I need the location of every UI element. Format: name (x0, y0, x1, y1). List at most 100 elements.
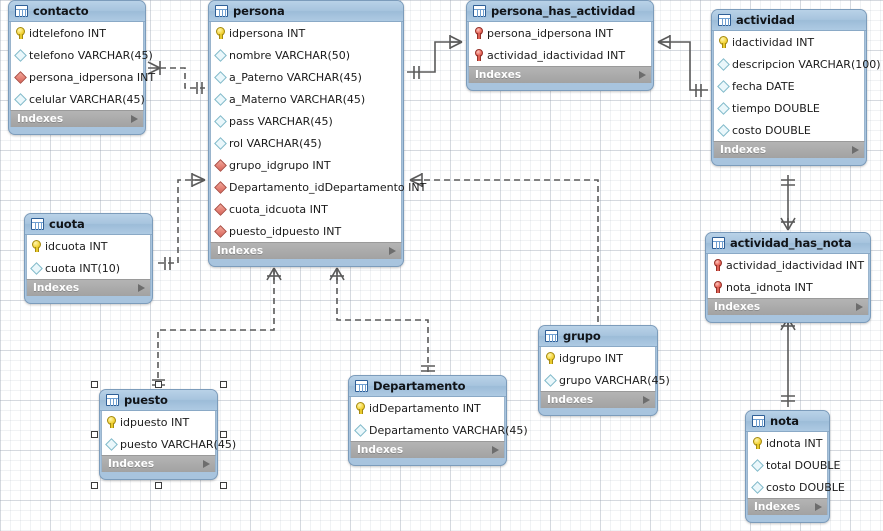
table-header-actividad_has_nota[interactable]: actividad_has_nota (706, 233, 870, 254)
chevron-right-icon[interactable] (138, 284, 145, 292)
rel-persona-Departamento (336, 268, 429, 372)
column-row[interactable]: Departamento_idDepartamento INT (211, 176, 426, 198)
column-row[interactable]: idpersona INT (211, 22, 401, 44)
column-row[interactable]: idactividad INT (714, 31, 864, 53)
column-row[interactable]: total DOUBLE (748, 454, 840, 476)
resize-handle-w[interactable] (90, 431, 98, 438)
column-row[interactable]: actividad_idactividad INT (708, 254, 868, 276)
table-header-puesto[interactable]: puesto (100, 390, 217, 411)
column-row[interactable]: Departamento VARCHAR(45) (351, 419, 528, 441)
column-row[interactable]: rol VARCHAR(45) (211, 132, 401, 154)
table-header-persona[interactable]: persona (209, 1, 403, 22)
column-row[interactable]: cuota INT(10) (27, 257, 150, 279)
column-row[interactable]: cuota_idcuota INT (211, 198, 401, 220)
column-row[interactable]: costo DOUBLE (714, 119, 864, 141)
chevron-right-icon[interactable] (643, 396, 650, 404)
column-label: cuota INT(10) (45, 261, 121, 275)
column-row[interactable]: fecha DATE (714, 75, 864, 97)
resize-handle-sw[interactable] (90, 481, 98, 489)
column-diamond-icon (752, 482, 763, 493)
column-row[interactable]: puesto_idpuesto INT (211, 220, 401, 242)
chevron-right-icon[interactable] (639, 71, 646, 79)
table-actividad[interactable]: actividad idactividad INT descripcion VARC… (711, 9, 881, 166)
chevron-right-icon[interactable] (852, 146, 859, 154)
column-row[interactable]: a_Materno VARCHAR(45) (211, 88, 401, 110)
table-persona[interactable]: persona idpersona INT nombre VARCHAR(50) a_… (208, 0, 426, 267)
table-Departamento[interactable]: Departamento idDepartamento INT Departamen… (348, 375, 528, 466)
indexes-section-persona[interactable]: Indexes (210, 242, 402, 259)
chevron-right-icon[interactable] (815, 503, 822, 511)
resize-handle-se[interactable] (219, 481, 227, 489)
column-row[interactable]: grupo_idgrupo INT (211, 154, 401, 176)
column-row[interactable]: grupo VARCHAR(45) (541, 369, 670, 391)
indexes-section-persona_has_actividad[interactable]: Indexes (468, 66, 652, 83)
column-row[interactable]: celular VARCHAR(45) (11, 88, 145, 110)
pk-key-icon (106, 416, 117, 428)
column-label: idpersona INT (229, 26, 306, 40)
indexes-section-grupo[interactable]: Indexes (540, 391, 656, 408)
resize-handle-s[interactable] (155, 481, 162, 489)
pk-key-icon (31, 240, 42, 252)
column-row[interactable]: idnota INT (748, 432, 827, 454)
column-row[interactable]: costo DOUBLE (748, 476, 845, 498)
table-header-cuota[interactable]: cuota (25, 214, 152, 235)
column-list: idpuesto INT puesto VARCHAR(45) (101, 411, 236, 455)
table-grupo[interactable]: grupo idgrupo INT grupo VARCHAR(45) Indexes (538, 325, 670, 416)
eer-diagram-canvas[interactable]: contacto idtelefono INT telefono VARCHAR(4… (0, 0, 883, 531)
column-row[interactable]: pass VARCHAR(45) (211, 110, 401, 132)
table-icon (545, 330, 558, 342)
table-header-Departamento[interactable]: Departamento (349, 376, 506, 397)
resize-handle-n[interactable] (155, 380, 162, 388)
chevron-right-icon[interactable] (203, 460, 210, 468)
rel-grupo-persona (410, 179, 599, 322)
column-row[interactable]: actividad_idactividad INT (469, 44, 651, 66)
column-diamond-icon (718, 103, 729, 114)
resize-handle-nw[interactable] (90, 380, 98, 388)
column-row[interactable]: a_Paterno VARCHAR(45) (211, 66, 401, 88)
indexes-section-nota[interactable]: Indexes (747, 498, 828, 515)
column-row[interactable]: descripcion VARCHAR(100) (714, 53, 881, 75)
table-actividad_has_nota[interactable]: actividad_has_nota actividad_idactividad … (705, 232, 871, 323)
indexes-section-puesto[interactable]: Indexes (101, 455, 216, 472)
table-header-actividad[interactable]: actividad (712, 10, 866, 31)
table-cuota[interactable]: cuota idcuota INT cuota INT(10) Indexes (24, 213, 153, 304)
indexes-section-contacto[interactable]: Indexes (10, 110, 144, 127)
indexes-section-cuota[interactable]: Indexes (26, 279, 151, 296)
column-label: costo DOUBLE (732, 123, 811, 137)
column-row[interactable]: idDepartamento INT (351, 397, 504, 419)
column-list: idcuota INT cuota INT(10) (26, 235, 151, 279)
table-name: actividad (736, 13, 795, 27)
column-row[interactable]: puesto VARCHAR(45) (102, 433, 236, 455)
fk-diamond-icon (215, 182, 226, 193)
chevron-right-icon[interactable] (856, 303, 863, 311)
table-header-contacto[interactable]: contacto (9, 1, 145, 22)
column-row[interactable]: idtelefono INT (11, 22, 143, 44)
resize-handle-ne[interactable] (219, 380, 227, 388)
table-nota[interactable]: nota idnota INT total DOUBLE costo DOUBLE In… (745, 410, 845, 523)
column-row[interactable]: telefono VARCHAR(45) (11, 44, 153, 66)
indexes-label: Indexes (357, 444, 404, 456)
table-header-persona_has_actividad[interactable]: persona_has_actividad (467, 1, 653, 22)
column-row[interactable]: nombre VARCHAR(50) (211, 44, 401, 66)
indexes-section-actividad_has_nota[interactable]: Indexes (707, 298, 869, 315)
rel-cuota-persona (158, 179, 205, 264)
column-row[interactable]: idpuesto INT (102, 411, 215, 433)
chevron-right-icon[interactable] (131, 115, 138, 123)
column-row[interactable]: persona_idpersona INT (11, 66, 155, 88)
column-row[interactable]: persona_idpersona INT (469, 22, 651, 44)
column-row[interactable]: tiempo DOUBLE (714, 97, 864, 119)
table-puesto[interactable]: puesto idpuesto INT puesto VARCHAR(45) Inde… (99, 389, 236, 480)
column-row[interactable]: idcuota INT (27, 235, 150, 257)
table-header-nota[interactable]: nota (746, 411, 829, 432)
chevron-right-icon[interactable] (492, 446, 499, 454)
table-name: cuota (49, 217, 85, 231)
indexes-section-actividad[interactable]: Indexes (713, 141, 865, 158)
table-header-grupo[interactable]: grupo (539, 326, 657, 347)
column-row[interactable]: idgrupo INT (541, 347, 655, 369)
table-contacto[interactable]: contacto idtelefono INT telefono VARCHAR(4… (8, 0, 155, 135)
indexes-section-Departamento[interactable]: Indexes (350, 441, 505, 458)
chevron-right-icon[interactable] (389, 247, 396, 255)
table-persona_has_actividad[interactable]: persona_has_actividad persona_idpersona I… (466, 0, 654, 91)
column-row[interactable]: nota_idnota INT (708, 276, 868, 298)
indexes-label: Indexes (475, 69, 522, 81)
